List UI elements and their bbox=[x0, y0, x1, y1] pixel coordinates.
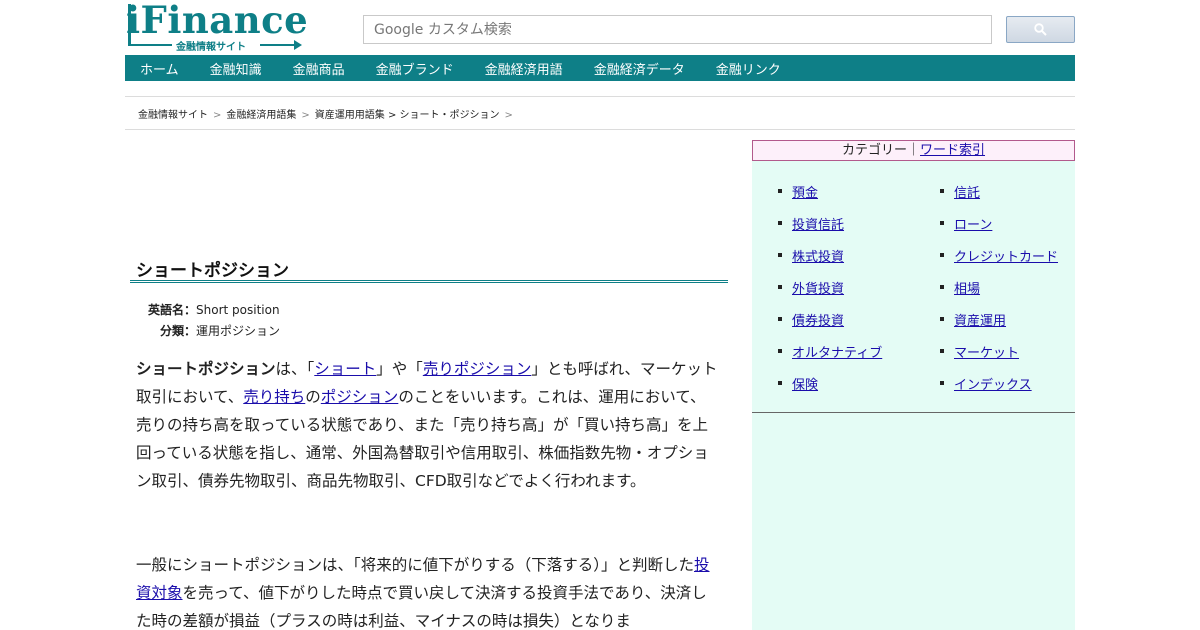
list-item: 相場 bbox=[940, 278, 1058, 310]
english-name-label: 英語名： bbox=[147, 303, 196, 317]
page-title: ショートポジション bbox=[136, 261, 289, 281]
bullet-icon bbox=[778, 285, 782, 289]
breadcrumb-separator: > bbox=[504, 110, 513, 121]
text-segment: の bbox=[305, 388, 321, 406]
search-box bbox=[363, 15, 992, 44]
category-link-forex[interactable]: 外貨投資 bbox=[792, 278, 844, 297]
breadcrumb-separator: > bbox=[301, 110, 310, 121]
category-link-mutual-fund[interactable]: 投資信託 bbox=[792, 214, 844, 233]
category-tab-label: カテゴリー｜ bbox=[841, 143, 920, 158]
list-item: マーケット bbox=[940, 342, 1058, 374]
nav-item-links[interactable]: 金融リンク bbox=[716, 59, 781, 78]
bullet-icon bbox=[940, 381, 944, 385]
category-link-deposit[interactable]: 預金 bbox=[792, 182, 818, 201]
category-value: 運用ポジション bbox=[196, 324, 281, 338]
category-link-stocks[interactable]: 株式投資 bbox=[792, 246, 844, 265]
list-item: 投資信託 bbox=[778, 214, 882, 246]
category-link-bonds[interactable]: 債券投資 bbox=[792, 310, 844, 329]
list-item: 資産運用 bbox=[940, 310, 1058, 342]
category-link-asset-management[interactable]: 資産運用 bbox=[954, 310, 1006, 329]
bullet-icon bbox=[940, 189, 944, 193]
bullet-icon bbox=[778, 189, 782, 193]
search-icon bbox=[1034, 23, 1047, 36]
nav-item-products[interactable]: 金融商品 bbox=[293, 59, 345, 78]
list-item: 株式投資 bbox=[778, 246, 882, 278]
term-bold: ショートポジション bbox=[136, 360, 276, 378]
category-link-alternative[interactable]: オルタナティブ bbox=[792, 342, 882, 361]
text-segment: 一般にショートポジションは、「将来的に値下がりする（下落する）」と判断した bbox=[136, 556, 695, 574]
category-link-insurance[interactable]: 保険 bbox=[792, 374, 818, 393]
term-meta: 英語名： Short position 分類： 運用ポジション bbox=[88, 300, 280, 342]
nav-item-home[interactable]: ホーム bbox=[140, 59, 179, 78]
category-link-loan[interactable]: ローン bbox=[954, 214, 992, 233]
link-short-holding[interactable]: 売り持ち bbox=[243, 388, 305, 406]
word-index-link[interactable]: ワード索引 bbox=[920, 143, 985, 158]
text-segment: 」や「 bbox=[376, 360, 423, 378]
sidebar-header: カテゴリー｜ワード索引 bbox=[752, 140, 1075, 161]
bullet-icon bbox=[940, 253, 944, 257]
sidebar-ad-area bbox=[752, 413, 1075, 630]
category-box: 預金 投資信託 株式投資 外貨投資 債券投資 オルタナティブ 保険 信託 ローン… bbox=[752, 161, 1075, 413]
logo-arrow-icon bbox=[294, 40, 302, 50]
title-underline bbox=[130, 280, 728, 283]
breadcrumb-link-glossary[interactable]: 金融経済用語集 bbox=[226, 110, 296, 121]
bullet-icon bbox=[778, 381, 782, 385]
logo-underline-right bbox=[260, 44, 296, 46]
breadcrumb-separator: > bbox=[213, 110, 222, 121]
list-item: 信託 bbox=[940, 182, 1058, 214]
list-item: オルタナティブ bbox=[778, 342, 882, 374]
nav-item-data[interactable]: 金融経済データ bbox=[594, 59, 685, 78]
breadcrumb-divider-bottom bbox=[125, 129, 1075, 130]
logo-text: iFinance bbox=[126, 0, 309, 42]
breadcrumb: 金融情報サイト > 金融経済用語集 > 資産運用用語集 > ショート・ポジション > bbox=[138, 106, 518, 121]
bullet-icon bbox=[940, 221, 944, 225]
logo-subtitle: 金融情報サイト bbox=[176, 42, 246, 53]
link-short[interactable]: ショート bbox=[314, 360, 376, 378]
category-label: 分類： bbox=[159, 324, 196, 338]
category-link-index[interactable]: インデックス bbox=[954, 374, 1032, 393]
bullet-icon bbox=[778, 317, 782, 321]
bullet-icon bbox=[940, 317, 944, 321]
breadcrumb-link-asset-glossary[interactable]: 資産運用用語集 bbox=[315, 110, 385, 121]
search-button[interactable] bbox=[1006, 16, 1075, 43]
breadcrumb-current: ショート・ポジション bbox=[399, 110, 500, 121]
breadcrumb-divider-top bbox=[125, 96, 1075, 97]
category-link-credit-card[interactable]: クレジットカード bbox=[954, 246, 1058, 265]
bullet-icon bbox=[778, 221, 782, 225]
search-input[interactable] bbox=[364, 16, 991, 43]
category-list-right: 信託 ローン クレジットカード 相場 資産運用 マーケット インデックス bbox=[940, 182, 1058, 406]
list-item: ローン bbox=[940, 214, 1058, 246]
link-position[interactable]: ポジション bbox=[321, 388, 399, 406]
list-item: 保険 bbox=[778, 374, 882, 406]
category-link-market-price[interactable]: 相場 bbox=[954, 278, 980, 297]
breadcrumb-link-home[interactable]: 金融情報サイト bbox=[138, 110, 208, 121]
nav-item-brands[interactable]: 金融ブランド bbox=[376, 59, 454, 78]
logo-underline bbox=[128, 44, 172, 46]
main-nav: ホーム 金融知識 金融商品 金融ブランド 金融経済用語 金融経済データ 金融リン… bbox=[125, 55, 1075, 81]
article-paragraph-2: 一般にショートポジションは、「将来的に値下がりする（下落する）」と判断した投資対… bbox=[136, 551, 718, 630]
list-item: 外貨投資 bbox=[778, 278, 882, 310]
bullet-icon bbox=[778, 349, 782, 353]
article-paragraph-1: ショートポジションは、「ショート」や「売りポジション」とも呼ばれ、マーケット取引… bbox=[136, 355, 718, 495]
category-list-left: 預金 投資信託 株式投資 外貨投資 債券投資 オルタナティブ 保険 bbox=[778, 182, 882, 406]
bullet-icon bbox=[940, 349, 944, 353]
english-name-value: Short position bbox=[196, 303, 280, 317]
site-logo[interactable]: iFinance 金融情報サイト bbox=[126, 0, 309, 53]
list-item: 預金 bbox=[778, 182, 882, 214]
breadcrumb-separator: > bbox=[387, 110, 397, 121]
bullet-icon bbox=[940, 285, 944, 289]
meta-row-category: 分類： 運用ポジション bbox=[88, 321, 280, 342]
list-item: 債券投資 bbox=[778, 310, 882, 342]
nav-item-knowledge[interactable]: 金融知識 bbox=[210, 59, 262, 78]
text-segment: を売って、値下がりした時点で買い戻して決済する投資手法であり、決済した時の差額が… bbox=[136, 584, 707, 630]
text-segment: は、「 bbox=[275, 360, 315, 378]
list-item: クレジットカード bbox=[940, 246, 1058, 278]
nav-item-glossary[interactable]: 金融経済用語 bbox=[485, 59, 563, 78]
category-link-market[interactable]: マーケット bbox=[954, 342, 1019, 361]
meta-row-english: 英語名： Short position bbox=[88, 300, 280, 321]
list-item: インデックス bbox=[940, 374, 1058, 406]
category-link-trust[interactable]: 信託 bbox=[954, 182, 980, 201]
bullet-icon bbox=[778, 253, 782, 257]
link-sell-position[interactable]: 売りポジション bbox=[423, 360, 532, 378]
